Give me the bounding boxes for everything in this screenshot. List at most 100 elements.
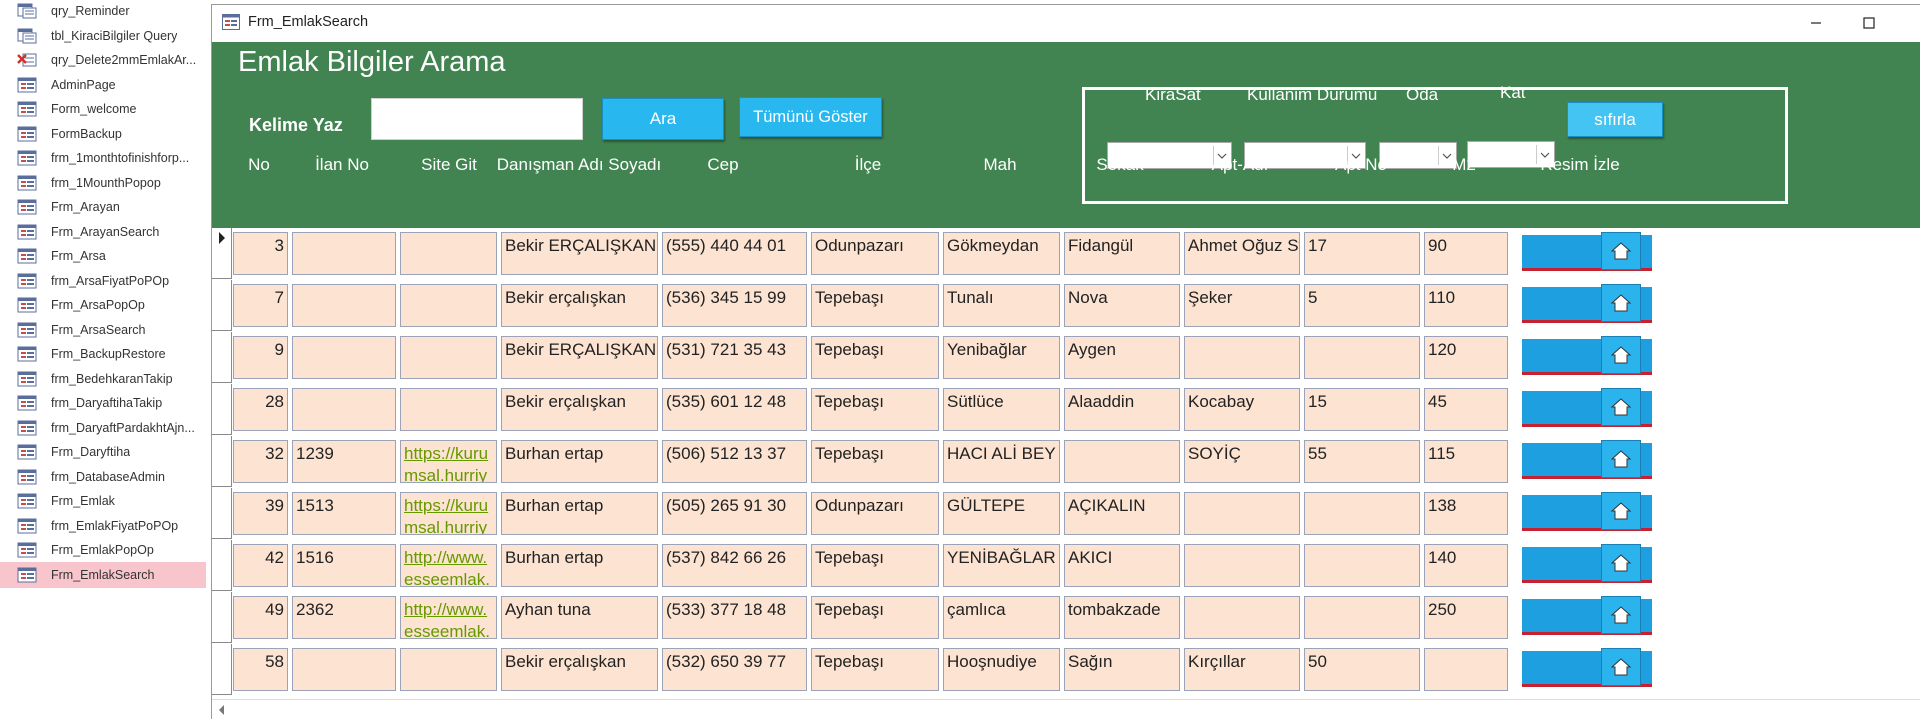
nav-item[interactable]: frm_DaryaftPardakhtAjn... [0, 415, 206, 441]
cep-field[interactable]: (533) 377 18 48 [662, 596, 807, 639]
title-bar[interactable]: Frm_EmlakSearch [212, 5, 1920, 41]
cep-field[interactable]: (536) 345 15 99 [662, 284, 807, 327]
m2-field[interactable]: 120 [1424, 336, 1508, 379]
minimize-button[interactable] [1801, 11, 1831, 35]
home-icon[interactable] [1601, 388, 1641, 426]
mah-field[interactable]: HACI ALİ BEY [943, 440, 1060, 483]
apt-no-field[interactable]: 5 [1304, 284, 1420, 327]
oda-select[interactable] [1379, 142, 1457, 169]
cep-field[interactable]: (555) 440 44 01 [662, 232, 807, 275]
danisman-field[interactable]: Bekir erçalışkan [501, 648, 658, 691]
ilan-no-field[interactable]: 1516 [292, 544, 396, 587]
ilce-field[interactable]: Tepebaşı [811, 336, 939, 379]
table-row[interactable]: 28 Bekir erçalışkan (535) 601 12 48 Tepebaş… [212, 384, 1920, 436]
record-selector[interactable] [212, 644, 232, 695]
apt-adi-field[interactable] [1184, 544, 1300, 587]
record-selector[interactable] [212, 280, 232, 331]
nav-item[interactable]: Frm_ArsaSearch [0, 317, 206, 343]
nav-item[interactable]: qry_Reminder [0, 0, 206, 24]
site-link[interactable]: http://www.esseemlak.com/i [400, 596, 497, 639]
horizontal-scrollbar[interactable] [212, 699, 1920, 720]
m2-field[interactable]: 250 [1424, 596, 1508, 639]
nav-item[interactable]: Frm_Arayan [0, 194, 206, 220]
ilce-field[interactable]: Tepebaşı [811, 596, 939, 639]
no-field[interactable]: 7 [233, 284, 288, 327]
mah-field[interactable]: YENİBAĞLAR [943, 544, 1060, 587]
mah-field[interactable]: Gökmeydan [943, 232, 1060, 275]
sokak-field[interactable]: Aygen [1064, 336, 1180, 379]
nav-item[interactable]: Frm_ArayanSearch [0, 219, 206, 245]
nav-item[interactable]: frm_EmlakFiyatPoPOp [0, 513, 206, 539]
record-selector[interactable] [212, 436, 232, 487]
mah-field[interactable]: Hooşnudiye [943, 648, 1060, 691]
apt-no-field[interactable] [1304, 336, 1420, 379]
mah-field[interactable]: GÜLTEPE [943, 492, 1060, 535]
danisman-field[interactable]: Burhan ertap [501, 492, 658, 535]
site-link[interactable] [400, 336, 497, 379]
nav-item[interactable]: Frm_EmlakSearch [0, 561, 206, 588]
site-link[interactable] [400, 648, 497, 691]
danisman-field[interactable]: Bekir ERÇALIŞKAN [501, 336, 658, 379]
ilan-no-field[interactable]: 1239 [292, 440, 396, 483]
site-link[interactable]: https://kurumsal.hurriyeteml [400, 492, 497, 535]
nav-item[interactable]: Frm_Daryftiha [0, 439, 206, 465]
reset-button[interactable]: sıfırla [1567, 102, 1663, 137]
danisman-field[interactable]: Ayhan tuna [501, 596, 658, 639]
sokak-field[interactable] [1064, 440, 1180, 483]
cep-field[interactable]: (532) 650 39 77 [662, 648, 807, 691]
m2-field[interactable]: 90 [1424, 232, 1508, 275]
nav-item[interactable]: tbl_KiraciBilgiler Query [0, 23, 206, 49]
danisman-field[interactable]: Bekir erçalışkan [501, 284, 658, 327]
table-row[interactable]: 391513https://kurumsal.hurriyetemlBurhan… [212, 488, 1920, 540]
home-icon[interactable] [1601, 544, 1641, 582]
ilan-no-field[interactable] [292, 336, 396, 379]
sokak-field[interactable]: AÇIKALIN [1064, 492, 1180, 535]
danisman-field[interactable]: Bekir erçalışkan [501, 388, 658, 431]
ilce-field[interactable]: Tepebaşı [811, 440, 939, 483]
no-field[interactable]: 42 [233, 544, 288, 587]
nav-item[interactable]: qry_Delete2mmEmlakAr... [0, 47, 206, 73]
ilce-field[interactable]: Odunpazarı [811, 492, 939, 535]
apt-no-field[interactable]: 55 [1304, 440, 1420, 483]
table-row[interactable]: 58 Bekir erçalışkan (532) 650 39 77 Tepebaş… [212, 644, 1920, 696]
nav-item[interactable]: FormBackup [0, 121, 206, 147]
no-field[interactable]: 3 [233, 232, 288, 275]
home-icon[interactable] [1601, 232, 1641, 270]
record-selector[interactable] [212, 228, 232, 279]
ilan-no-field[interactable] [292, 648, 396, 691]
nav-item[interactable]: Form_welcome [0, 96, 206, 122]
apt-no-field[interactable] [1304, 596, 1420, 639]
ilce-field[interactable]: Odunpazarı [811, 232, 939, 275]
ilan-no-field[interactable]: 1513 [292, 492, 396, 535]
home-icon[interactable] [1601, 284, 1641, 322]
no-field[interactable]: 49 [233, 596, 288, 639]
nav-item[interactable]: Frm_ArsaPopOp [0, 292, 206, 318]
ilan-no-field[interactable]: 2362 [292, 596, 396, 639]
record-selector[interactable] [212, 488, 232, 539]
nav-item[interactable]: Frm_BackupRestore [0, 341, 206, 367]
mah-field[interactable]: çamlıca [943, 596, 1060, 639]
m2-field[interactable]: 110 [1424, 284, 1508, 327]
ilce-field[interactable]: Tepebaşı [811, 648, 939, 691]
ilce-field[interactable]: Tepebaşı [811, 544, 939, 587]
apt-adi-field[interactable]: Ahmet Oğuz St. [1184, 232, 1300, 275]
table-row[interactable]: 421516http://www.esseemlak.com/Burhan er… [212, 540, 1920, 592]
apt-no-field[interactable]: 15 [1304, 388, 1420, 431]
apt-adi-field[interactable]: Kırçıllar [1184, 648, 1300, 691]
maximize-button[interactable] [1854, 11, 1884, 35]
table-row[interactable]: 9 Bekir ERÇALIŞKAN (531) 721 35 43 Tepebaşı… [212, 332, 1920, 384]
sokak-field[interactable]: AKICI [1064, 544, 1180, 587]
table-row[interactable]: 321239https://kurumsal.hurriyetemlBurhan… [212, 436, 1920, 488]
m2-field[interactable] [1424, 648, 1508, 691]
home-icon[interactable] [1601, 336, 1641, 374]
sokak-field[interactable]: tombakzade [1064, 596, 1180, 639]
apt-no-field[interactable] [1304, 544, 1420, 587]
record-selector[interactable] [212, 332, 232, 383]
site-link[interactable]: https://kurumsal.hurriyeteml [400, 440, 497, 483]
cep-field[interactable]: (506) 512 13 37 [662, 440, 807, 483]
record-selector[interactable] [212, 592, 232, 643]
sokak-field[interactable]: Nova [1064, 284, 1180, 327]
home-icon[interactable] [1601, 440, 1641, 478]
cep-field[interactable]: (505) 265 91 30 [662, 492, 807, 535]
show-all-button[interactable]: Tümünü Göster [739, 97, 882, 137]
